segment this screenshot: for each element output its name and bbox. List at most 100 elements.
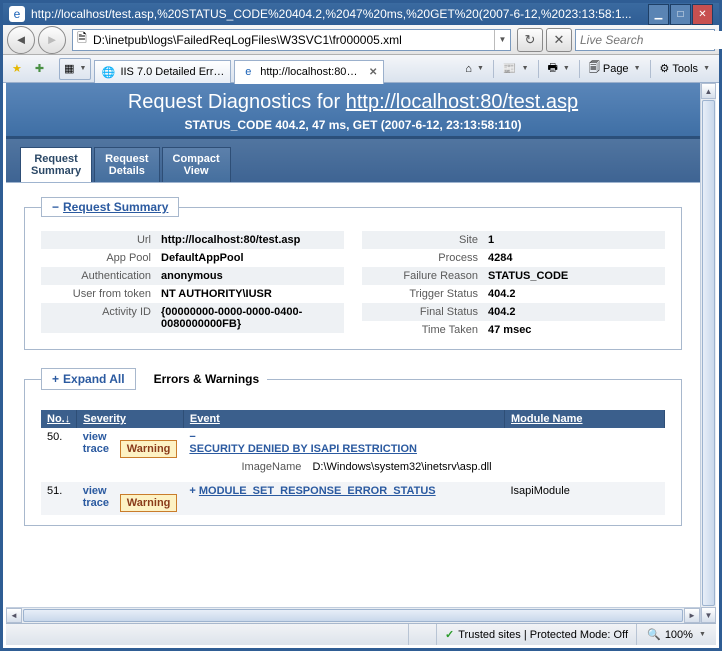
home-icon[interactable]: ⌂▼	[460, 58, 489, 80]
refresh-button[interactable]: ↻	[517, 28, 543, 52]
label-final-status: Final Status	[368, 306, 478, 318]
errors-warnings-title: Errors & Warnings	[146, 369, 268, 389]
maximize-button[interactable]: □	[670, 4, 691, 25]
plus-icon: +	[52, 372, 59, 386]
page-subtitle: STATUS_CODE 404.2, 47 ms, GET (2007-6-12…	[16, 118, 690, 132]
forward-button[interactable]: ►	[38, 26, 66, 54]
view-trace-link[interactable]: view trace	[83, 485, 117, 509]
value-user-token: NT AUTHORITY\IUSR	[161, 288, 338, 300]
check-icon: ✓	[445, 628, 454, 641]
value-site: 1	[488, 234, 659, 246]
request-url-link[interactable]: http://localhost:80/test.asp	[346, 91, 578, 113]
search-input[interactable]	[576, 31, 722, 49]
label-authentication: Authentication	[47, 270, 151, 282]
cell-module	[505, 428, 665, 482]
col-module[interactable]: Module Name	[505, 410, 665, 428]
expand-all-button[interactable]: +Expand All	[41, 368, 136, 390]
view-trace-link[interactable]: view trace	[83, 431, 117, 455]
errors-table: No.↓ Severity Event Module Name 50. view…	[41, 410, 665, 515]
status-empty	[408, 624, 436, 645]
page-title: Request Diagnostics for http://localhost…	[16, 91, 690, 114]
scroll-up-icon[interactable]: ▲	[701, 83, 716, 99]
address-dropdown[interactable]: ▼	[494, 30, 510, 50]
zoom-value: 100%	[665, 629, 693, 641]
scroll-thumb[interactable]	[702, 100, 715, 606]
scroll-thumb[interactable]	[23, 609, 683, 622]
col-severity[interactable]: Severity	[77, 410, 184, 428]
tools-menu[interactable]: ⚙ Tools▼	[655, 58, 716, 80]
expand-icon[interactable]: +	[189, 485, 195, 497]
add-favorite-icon[interactable]: ✚	[30, 58, 49, 80]
trusted-sites-label: Trusted sites | Protected Mode: Off	[458, 629, 628, 641]
value-url: http://localhost:80/test.asp	[161, 234, 338, 246]
event-link[interactable]: SECURITY DENIED BY ISAPI RESTRICTION	[189, 443, 417, 455]
request-summary-legend[interactable]: −Request Summary	[41, 197, 179, 217]
back-button[interactable]: ◄	[7, 26, 35, 54]
value-authentication: anonymous	[161, 270, 338, 282]
tab-label: IIS 7.0 Detailed Error - 4...	[120, 66, 224, 78]
value-time-taken: 47 msec	[488, 324, 659, 336]
tab-request-summary[interactable]: Request Summary	[20, 147, 92, 182]
severity-badge: Warning	[120, 494, 178, 512]
label-process: Process	[368, 252, 478, 264]
print-icon[interactable]: 🖶▼	[543, 58, 575, 80]
close-button[interactable]: ✕	[692, 4, 713, 25]
file-icon: 🗎	[73, 29, 91, 50]
zoom-control[interactable]: 🔍 100% ▼	[636, 624, 716, 645]
tab-label: http://localhost:80/t...	[260, 66, 360, 78]
scroll-down-icon[interactable]: ▼	[701, 607, 716, 623]
value-app-pool: DefaultAppPool	[161, 252, 338, 264]
ie-icon: e	[241, 65, 255, 79]
collapse-icon[interactable]: −	[189, 431, 195, 443]
stop-button[interactable]: ✕	[546, 28, 572, 52]
label-trigger-status: Trigger Status	[368, 288, 478, 300]
page-menu[interactable]: 🗐 Page▼	[584, 58, 646, 80]
chevron-down-icon[interactable]: ▼	[699, 631, 706, 638]
request-summary-link[interactable]: Request Summary	[63, 200, 168, 214]
minimize-button[interactable]: ▁	[648, 4, 669, 25]
window-titlebar: e http://localhost/test.asp,%20STATUS_CO…	[3, 3, 719, 25]
summary-left-column: Urlhttp://localhost:80/test.asp App Pool…	[41, 231, 344, 339]
value-failure-reason: STATUS_CODE	[488, 270, 659, 282]
severity-badge: Warning	[120, 440, 178, 458]
globe-icon: 🌐	[101, 65, 115, 79]
page-viewport: Request Diagnostics for http://localhost…	[6, 83, 700, 607]
tab-localhost-test[interactable]: e http://localhost:80/t... ✕	[234, 60, 384, 84]
cell-no: 50.	[41, 428, 77, 482]
tools-menu-label: Tools	[672, 63, 698, 75]
cell-module: IsapiModule	[505, 482, 665, 515]
event-detail: ImageName D:\Windows\system32\inetsrv\as…	[213, 461, 498, 473]
label-user-token: User from token	[47, 288, 151, 300]
value-trigger-status: 404.2	[488, 288, 659, 300]
tab-compact-view[interactable]: Compact View	[162, 147, 231, 182]
tabs-toolbar: ★ ✚ ▦▼ 🌐 IIS 7.0 Detailed Error - 4... e…	[3, 55, 719, 83]
col-event[interactable]: Event	[183, 410, 504, 428]
collapse-icon[interactable]: −	[52, 200, 59, 214]
security-zone[interactable]: ✓ Trusted sites | Protected Mode: Off	[436, 624, 636, 645]
page-body: −Request Summary Urlhttp://localhost:80/…	[6, 183, 700, 552]
detail-key: ImageName	[213, 461, 301, 473]
command-bar: ⌂▼ 📰▼ 🖶▼ 🗐 Page▼ ⚙ Tools▼	[460, 58, 715, 80]
detail-value: D:\Windows\system32\inetsrv\asp.dll	[312, 461, 491, 473]
vertical-scrollbar[interactable]: ▲ ▼	[700, 83, 716, 623]
summary-right-column: Site1 Process4284 Failure ReasonSTATUS_C…	[362, 231, 665, 339]
close-tab-icon[interactable]: ✕	[369, 67, 377, 78]
horizontal-scrollbar[interactable]: ◄ ►	[6, 607, 700, 623]
tab-iis-error[interactable]: 🌐 IIS 7.0 Detailed Error - 4...	[94, 60, 231, 84]
quick-tabs-icon[interactable]: ▦▼	[59, 58, 91, 80]
page-favicon: e	[9, 6, 25, 22]
search-box[interactable]: 🔍	[575, 29, 715, 51]
col-no[interactable]: No.↓	[41, 410, 77, 428]
event-link[interactable]: MODULE_SET_RESPONSE_ERROR_STATUS	[199, 485, 436, 497]
address-input[interactable]	[91, 31, 494, 49]
scroll-left-icon[interactable]: ◄	[6, 608, 22, 623]
label-time-taken: Time Taken	[368, 324, 478, 336]
diagnostics-banner: Request Diagnostics for http://localhost…	[6, 83, 700, 139]
cell-no: 51.	[41, 482, 77, 515]
tab-request-details[interactable]: Request Details	[94, 147, 159, 182]
favorites-star-icon[interactable]: ★	[7, 58, 27, 80]
feeds-icon[interactable]: 📰▼	[498, 58, 534, 80]
request-summary-panel: −Request Summary Urlhttp://localhost:80/…	[24, 197, 682, 350]
address-bar[interactable]: 🗎 ▼	[72, 29, 511, 51]
scroll-right-icon[interactable]: ►	[684, 608, 700, 623]
